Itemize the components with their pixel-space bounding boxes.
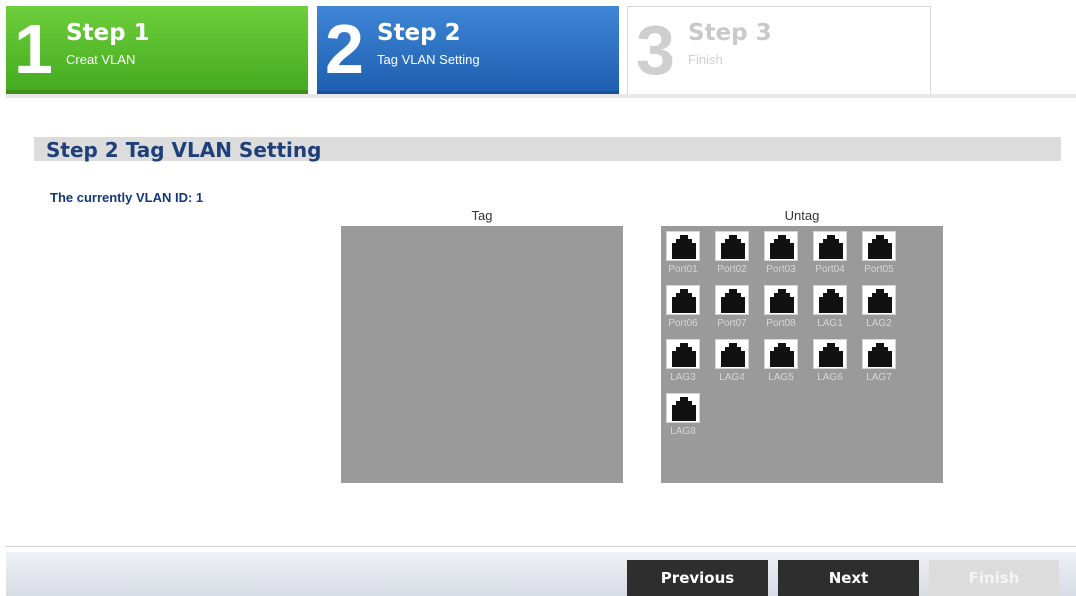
step-2-tab[interactable]: 2 Step 2 Tag VLAN Setting <box>317 6 619 94</box>
ethernet-port-icon <box>862 339 896 369</box>
port-item[interactable]: LAG5 <box>761 336 801 384</box>
ethernet-port-icon <box>813 339 847 369</box>
port-item[interactable]: LAG2 <box>859 282 899 330</box>
ethernet-port-icon <box>862 231 896 261</box>
step-1-tab[interactable]: 1 Step 1 Creat VLAN <box>6 6 308 94</box>
port-label: Port04 <box>815 264 845 275</box>
step-2-subtitle: Tag VLAN Setting <box>377 52 480 67</box>
ethernet-port-icon <box>813 231 847 261</box>
section-title: Step 2 Tag VLAN Setting <box>46 138 322 162</box>
port-item[interactable]: Port03 <box>761 228 801 276</box>
port-label: Port07 <box>717 318 747 329</box>
port-item[interactable]: Port08 <box>761 282 801 330</box>
step-3-number: 3 <box>636 11 675 89</box>
step-2-title: Step 2 <box>377 20 461 46</box>
port-label: Port05 <box>864 264 894 275</box>
port-label: LAG3 <box>670 372 696 383</box>
step-1-title: Step 1 <box>66 20 150 46</box>
ethernet-port-icon <box>813 285 847 315</box>
port-label: LAG6 <box>817 372 843 383</box>
port-item[interactable]: LAG7 <box>859 336 899 384</box>
ethernet-port-icon <box>666 393 700 423</box>
port-item[interactable]: LAG4 <box>712 336 752 384</box>
tag-port-panel[interactable] <box>341 226 623 483</box>
step-3-tab[interactable]: 3 Step 3 Finish <box>627 6 931 95</box>
step-3-subtitle: Finish <box>688 52 723 67</box>
port-item[interactable]: Port02 <box>712 228 752 276</box>
port-label: Port01 <box>668 264 698 275</box>
port-label: LAG8 <box>670 426 696 437</box>
port-item[interactable]: LAG6 <box>810 336 850 384</box>
step-1-subtitle: Creat VLAN <box>66 52 136 67</box>
port-item[interactable]: Port06 <box>663 282 703 330</box>
port-label: Port03 <box>766 264 796 275</box>
ethernet-port-icon <box>764 339 798 369</box>
port-label: Port02 <box>717 264 747 275</box>
port-label: LAG1 <box>817 318 843 329</box>
port-item[interactable]: Port05 <box>859 228 899 276</box>
port-label: Port06 <box>668 318 698 329</box>
port-label: Port08 <box>766 318 796 329</box>
ethernet-port-icon <box>862 285 896 315</box>
port-item[interactable]: LAG8 <box>663 390 703 438</box>
step-3-title: Step 3 <box>688 20 772 46</box>
port-item[interactable]: LAG3 <box>663 336 703 384</box>
ethernet-port-icon <box>666 339 700 369</box>
footer-divider <box>6 546 1076 547</box>
step-1-number: 1 <box>14 10 53 88</box>
port-item[interactable]: Port07 <box>712 282 752 330</box>
step-2-number: 2 <box>325 10 364 88</box>
ethernet-port-icon <box>666 231 700 261</box>
previous-button[interactable]: Previous <box>627 560 768 596</box>
ethernet-port-icon <box>715 231 749 261</box>
port-item[interactable]: Port04 <box>810 228 850 276</box>
header-divider <box>6 94 1076 98</box>
finish-button[interactable]: Finish <box>929 560 1059 596</box>
vlan-id-label: The currently VLAN ID: 1 <box>50 190 204 205</box>
wizard-steps: 1 Step 1 Creat VLAN 2 Step 2 Tag VLAN Se… <box>0 6 1076 98</box>
tag-panel-title: Tag <box>471 208 493 223</box>
untag-panel-title: Untag <box>784 208 820 223</box>
ethernet-port-icon <box>764 285 798 315</box>
ethernet-port-icon <box>715 285 749 315</box>
ethernet-port-icon <box>666 285 700 315</box>
port-label: LAG7 <box>866 372 892 383</box>
port-label: LAG4 <box>719 372 745 383</box>
port-item[interactable]: Port01 <box>663 228 703 276</box>
ethernet-port-icon <box>715 339 749 369</box>
port-item[interactable]: LAG1 <box>810 282 850 330</box>
port-label: LAG5 <box>768 372 794 383</box>
next-button[interactable]: Next <box>778 560 919 596</box>
port-label: LAG2 <box>866 318 892 329</box>
untag-port-panel[interactable]: Port01 Port02 Port03 Port04 Port05 Port06 Port… <box>661 226 943 483</box>
section-header: Step 2 Tag VLAN Setting <box>34 137 1061 162</box>
ethernet-port-icon <box>764 231 798 261</box>
